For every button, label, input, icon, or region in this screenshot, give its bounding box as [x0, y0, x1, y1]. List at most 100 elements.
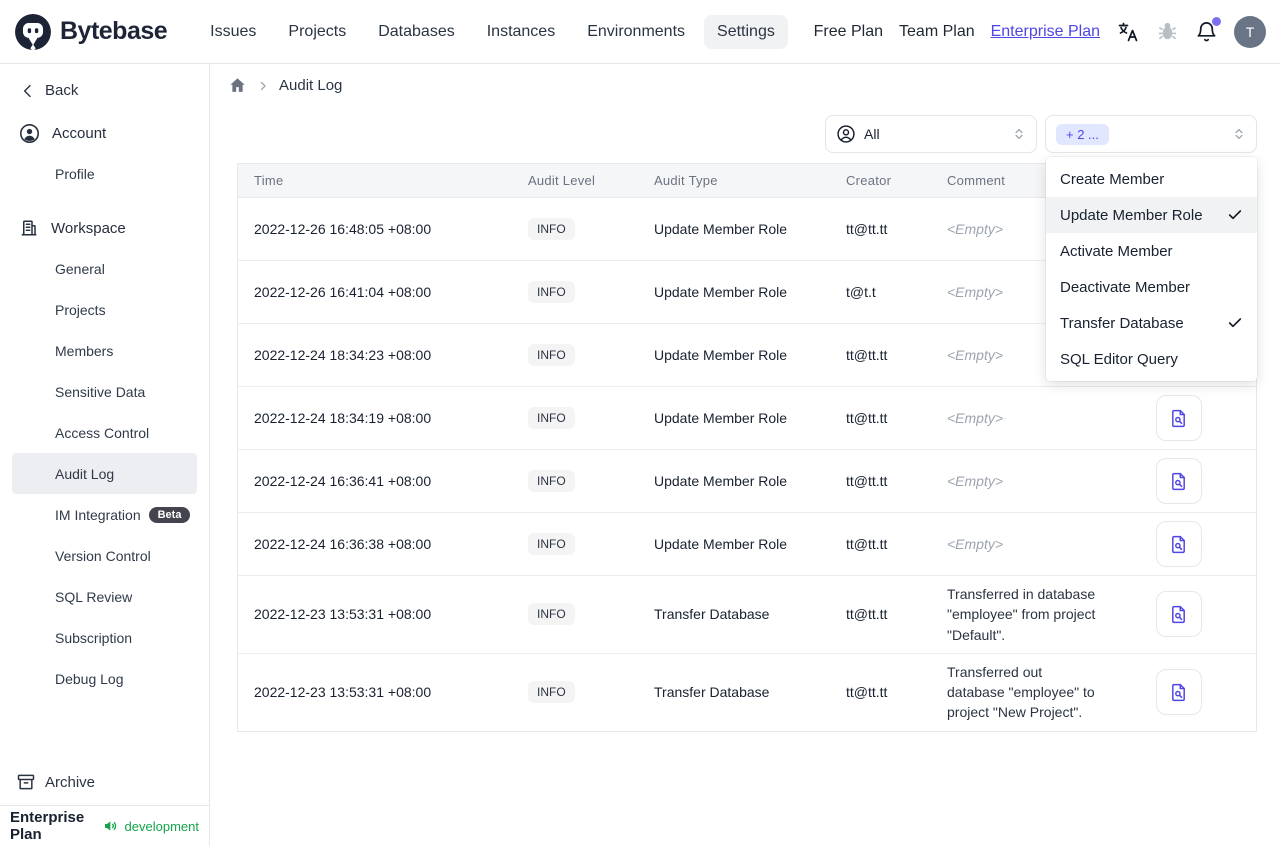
sidebar-item-sql-review[interactable]: SQL Review — [12, 576, 197, 617]
sidebar-item-label: SQL Review — [55, 588, 133, 605]
enterprise-plan-link[interactable]: Enterprise Plan — [991, 23, 1100, 41]
audit-level-badge: INFO — [528, 281, 575, 303]
avatar[interactable]: T — [1234, 15, 1266, 48]
audit-creator: tt@tt.tt — [846, 473, 888, 489]
table-row: 2022-12-24 16:36:41 +08:00 INFO Update M… — [238, 450, 1256, 513]
bytebase-logo-icon — [14, 13, 52, 51]
brand-wordmark: Bytebase — [60, 17, 168, 45]
sidebar-item-version-control[interactable]: Version Control — [12, 535, 197, 576]
audit-comment: <Empty> — [947, 409, 1004, 426]
sidebar-item-label: Audit Log — [55, 465, 115, 482]
menu-item-label: Update Member Role — [1060, 206, 1203, 224]
audit-time: 2022-12-23 13:53:31 +08:00 — [254, 606, 432, 623]
bug-icon[interactable] — [1156, 20, 1179, 43]
audit-type: Transfer Database — [654, 684, 770, 701]
view-detail-button[interactable] — [1155, 591, 1202, 638]
archive-icon — [16, 772, 36, 792]
nav-link-settings[interactable]: Settings — [704, 14, 788, 49]
doc-search-icon — [1168, 682, 1189, 703]
sidebar-item-members[interactable]: Members — [12, 330, 197, 371]
view-detail-button[interactable] — [1155, 395, 1202, 441]
table-row: 2022-12-23 13:53:31 +08:00 INFO Transfer… — [238, 576, 1256, 654]
sidebar-item-profile[interactable]: Profile — [12, 153, 197, 194]
menu-item-create-member[interactable]: Create Member — [1046, 161, 1257, 197]
col-time: Time — [254, 173, 284, 188]
audit-level-badge: INFO — [528, 681, 575, 704]
user-circle-icon — [836, 124, 856, 144]
audit-level-badge: INFO — [528, 533, 575, 555]
audit-comment: <Empty> — [947, 535, 1004, 552]
check-icon — [1227, 207, 1243, 223]
filter-toolbar: All + 2 ... — [228, 115, 1257, 153]
audit-level-badge: INFO — [528, 603, 575, 626]
team-plan-link[interactable]: Team Plan — [899, 23, 975, 41]
audit-creator: tt@tt.tt — [846, 221, 888, 237]
view-detail-button[interactable] — [1155, 521, 1202, 567]
brand[interactable]: Bytebase — [14, 13, 168, 51]
audit-type: Update Member Role — [654, 347, 788, 363]
section-account: Account — [0, 113, 209, 153]
audit-type: Update Member Role — [654, 221, 788, 237]
nav-link-environments[interactable]: Environments — [574, 15, 698, 49]
audit-time: 2022-12-24 16:36:38 +08:00 — [254, 536, 432, 552]
sidebar: Back Account Profile Workspace General P… — [0, 64, 210, 846]
free-plan-link[interactable]: Free Plan — [814, 23, 883, 41]
nav-link-projects[interactable]: Projects — [275, 15, 359, 49]
primary-nav: Issues Projects Databases Instances Envi… — [197, 14, 788, 49]
menu-item-label: Deactivate Member — [1060, 278, 1191, 296]
audit-type: Transfer Database — [654, 606, 770, 623]
col-creator: Creator — [846, 173, 892, 188]
audit-type: Update Member Role — [654, 473, 788, 489]
table-row: 2022-12-23 13:53:31 +08:00 INFO Transfer… — [238, 653, 1256, 731]
sidebar-item-debug-log[interactable]: Debug Log — [12, 658, 197, 699]
sidebar-item-im-integration[interactable]: IM Integration Beta — [12, 494, 197, 535]
menu-item-update-member-role[interactable]: Update Member Role — [1046, 197, 1257, 233]
breadcrumb-chevron-icon — [257, 80, 269, 92]
view-detail-button[interactable] — [1155, 458, 1202, 504]
sidebar-item-general[interactable]: General — [12, 248, 197, 289]
section-workspace: Workspace — [0, 208, 209, 248]
menu-item-sql-editor-query[interactable]: SQL Editor Query — [1046, 341, 1257, 377]
sidebar-item-label: Version Control — [55, 547, 151, 564]
audit-creator: tt@tt.tt — [846, 684, 888, 701]
audit-level-badge: INFO — [528, 470, 575, 492]
sidebar-item-access-control[interactable]: Access Control — [12, 412, 197, 453]
sidebar-item-projects[interactable]: Projects — [12, 289, 197, 330]
workspace-icon — [20, 219, 38, 237]
back-label: Back — [45, 82, 79, 99]
nav-link-databases[interactable]: Databases — [365, 15, 468, 49]
sidebar-item-audit-log[interactable]: Audit Log — [12, 453, 197, 494]
sidebar-item-label: Debug Log — [55, 670, 124, 687]
sidebar-item-label: Subscription — [55, 629, 133, 646]
audit-time: 2022-12-23 13:53:31 +08:00 — [254, 684, 432, 701]
notification-dot — [1212, 17, 1221, 26]
top-nav: Bytebase Issues Projects Databases Insta… — [0, 0, 1280, 64]
menu-item-label: Create Member — [1060, 170, 1165, 188]
sidebar-item-sensitive-data[interactable]: Sensitive Data — [12, 371, 197, 412]
audit-comment: Transferred out database "employee" to p… — [947, 663, 1095, 721]
bell-icon[interactable] — [1195, 17, 1221, 43]
section-account-title: Account — [52, 124, 107, 142]
menu-item-transfer-database[interactable]: Transfer Database — [1046, 305, 1257, 341]
sidebar-account-items: Profile — [0, 153, 209, 194]
sidebar-bottom: Archive Enterprise Plan development — [0, 759, 209, 846]
table-row: 2022-12-24 18:34:19 +08:00 INFO Update M… — [238, 387, 1256, 450]
audit-comment: Transferred in database "employee" from … — [947, 586, 1096, 643]
audit-type-filter-select[interactable]: + 2 ... — [1045, 115, 1257, 153]
audit-level-badge: INFO — [528, 344, 575, 366]
back-button[interactable]: Back — [20, 82, 193, 99]
menu-item-deactivate-member[interactable]: Deactivate Member — [1046, 269, 1257, 305]
sidebar-workspace-items: General Projects Members Sensitive Data … — [0, 248, 209, 699]
nav-link-issues[interactable]: Issues — [197, 15, 269, 49]
translate-icon[interactable] — [1116, 20, 1140, 44]
creator-filter-value: All — [864, 126, 880, 142]
view-detail-button[interactable] — [1155, 669, 1202, 716]
menu-item-activate-member[interactable]: Activate Member — [1046, 233, 1257, 269]
creator-filter-select[interactable]: All — [825, 115, 1037, 153]
sidebar-item-archive[interactable]: Archive — [0, 759, 209, 805]
nav-link-instances[interactable]: Instances — [474, 15, 568, 49]
audit-creator: tt@tt.tt — [846, 410, 888, 426]
speaker-icon — [103, 818, 119, 834]
home-icon[interactable] — [228, 76, 247, 95]
sidebar-item-subscription[interactable]: Subscription — [12, 617, 197, 658]
